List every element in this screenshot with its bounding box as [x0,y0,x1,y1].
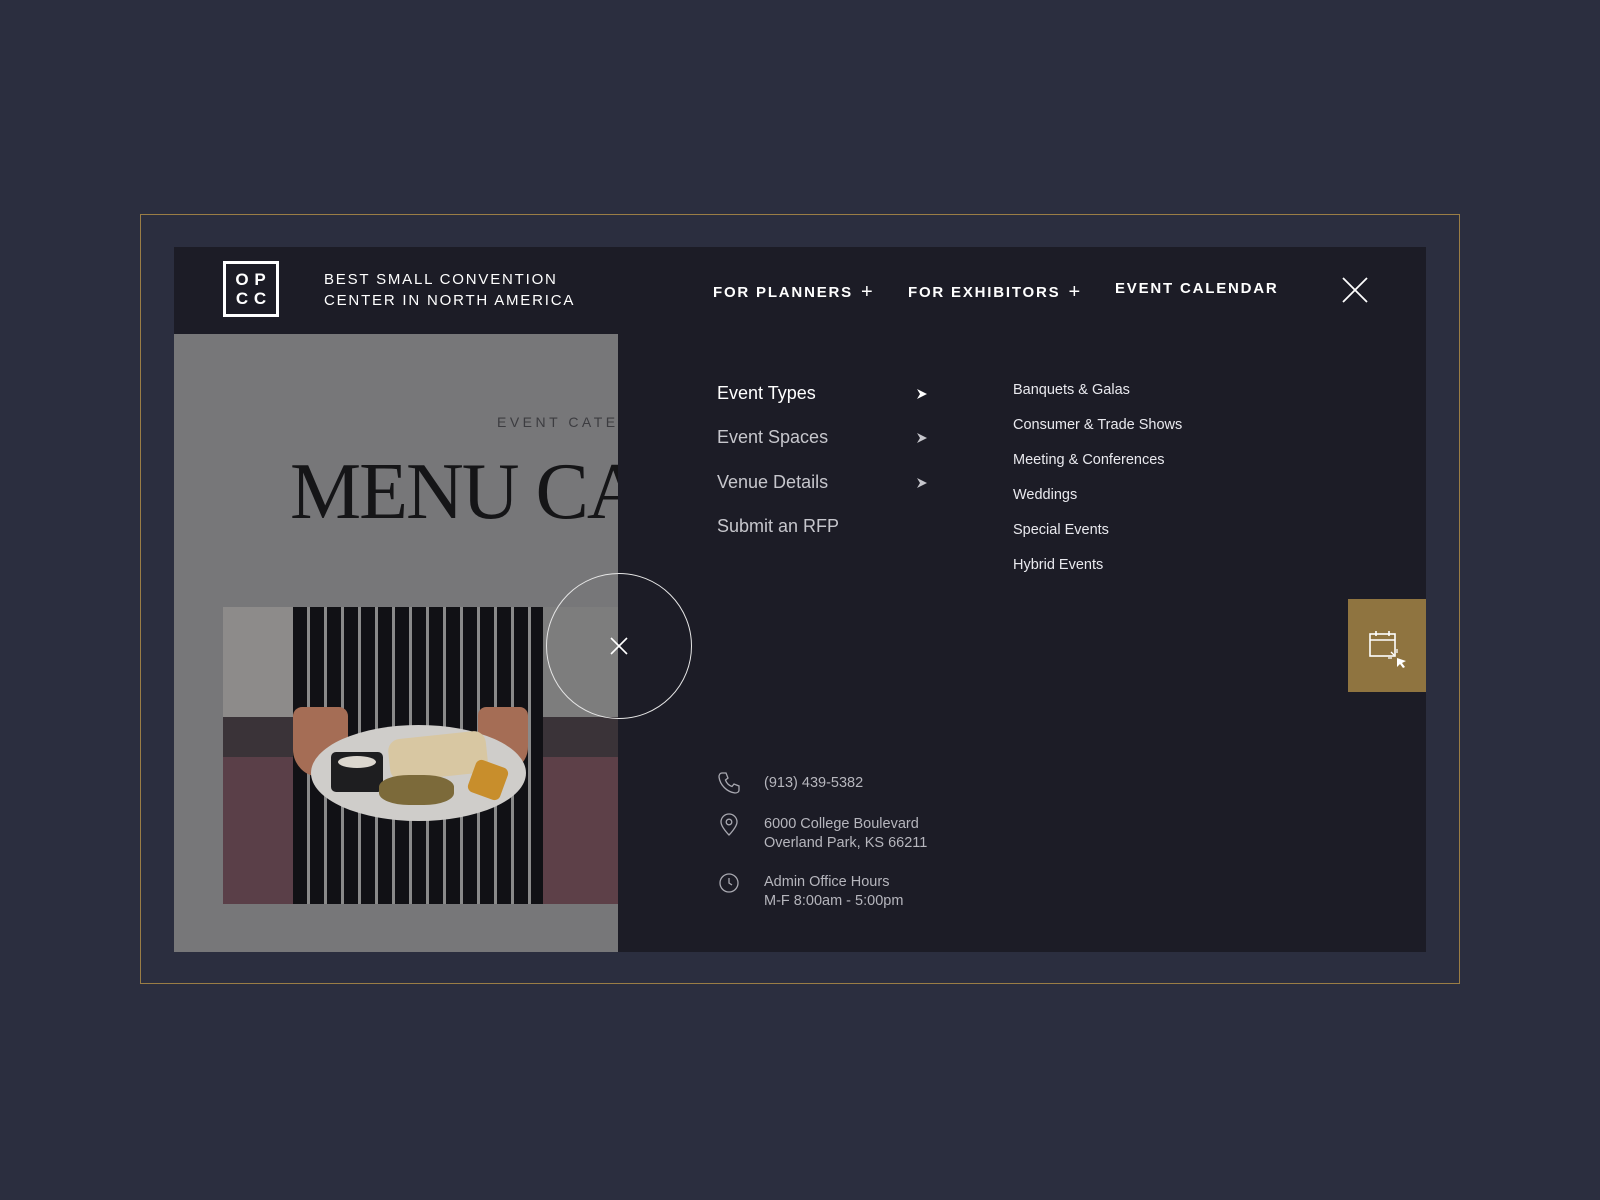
close-icon [610,637,628,655]
submenu-consumer-trade-shows[interactable]: Consumer & Trade Shows [1013,417,1182,433]
logo-letter: P [254,270,266,289]
phone-icon [718,772,740,794]
submenu-hybrid-events[interactable]: Hybrid Events [1013,557,1103,573]
nav-label: EVENT CALENDAR [1115,280,1279,297]
submenu-special-events[interactable]: Special Events [1013,522,1109,538]
calendar-click-icon [1369,631,1406,668]
close-icon[interactable] [1342,277,1368,303]
arrow-right-icon[interactable] [916,388,928,400]
nav-label: FOR EXHIBITORS [908,284,1061,301]
hours-line-1: Admin Office Hours [764,874,890,890]
hours-line-2: M-F 8:00am - 5:00pm [764,893,904,909]
section-eyebrow: EVENT CATER [497,414,618,430]
arrow-right-icon[interactable] [916,477,928,489]
tagline-line-2: CENTER IN NORTH AMERICA [324,292,576,309]
menu-event-spaces[interactable]: Event Spaces [717,427,828,448]
clock-icon [719,873,739,893]
nav-label: FOR PLANNERS [713,284,853,301]
arrow-right-icon[interactable] [916,432,928,444]
opcc-logo[interactable]: O P C C [223,261,279,317]
nav-event-calendar[interactable]: EVENT CALENDAR [1115,280,1279,297]
site-window: EVENT CATER MENU CA O P C C BEST SMALL C… [174,247,1426,952]
address-line-1: 6000 College Boulevard [764,816,919,832]
menu-event-types[interactable]: Event Types [717,383,816,404]
menu-submit-rfp[interactable]: Submit an RFP [717,516,839,537]
logo-letter: C [253,289,267,308]
submenu-meeting-conferences[interactable]: Meeting & Conferences [1013,452,1165,468]
site-tagline: BEST SMALL CONVENTION CENTER IN NORTH AM… [324,269,575,311]
expand-plus-icon: + [1068,281,1082,303]
contact-phone[interactable]: (913) 439-5382 [764,774,863,793]
expand-plus-icon: + [860,281,875,303]
logo-letter: O [235,270,249,289]
calendar-booking-button[interactable] [1348,599,1426,692]
close-cursor-circle[interactable] [546,573,692,719]
tagline-line-1: BEST SMALL CONVENTION [324,271,558,288]
logo-letter: C [235,289,249,308]
menu-venue-details[interactable]: Venue Details [717,472,828,493]
submenu-banquets-galas[interactable]: Banquets & Galas [1013,382,1130,398]
address-line-2: Overland Park, KS 66211 [764,835,928,851]
nav-for-exhibitors[interactable]: FOR EXHIBITORS + [908,280,1082,303]
contact-address[interactable]: 6000 College Boulevard Overland Park, KS… [764,815,927,853]
contact-hours: Admin Office Hours M-F 8:00am - 5:00pm [764,873,903,911]
food-plate [311,725,526,821]
nav-for-planners[interactable]: FOR PLANNERS + [713,280,874,303]
location-pin-icon [720,813,738,836]
page-headline: MENU CA [290,448,618,536]
submenu-weddings[interactable]: Weddings [1013,487,1077,503]
